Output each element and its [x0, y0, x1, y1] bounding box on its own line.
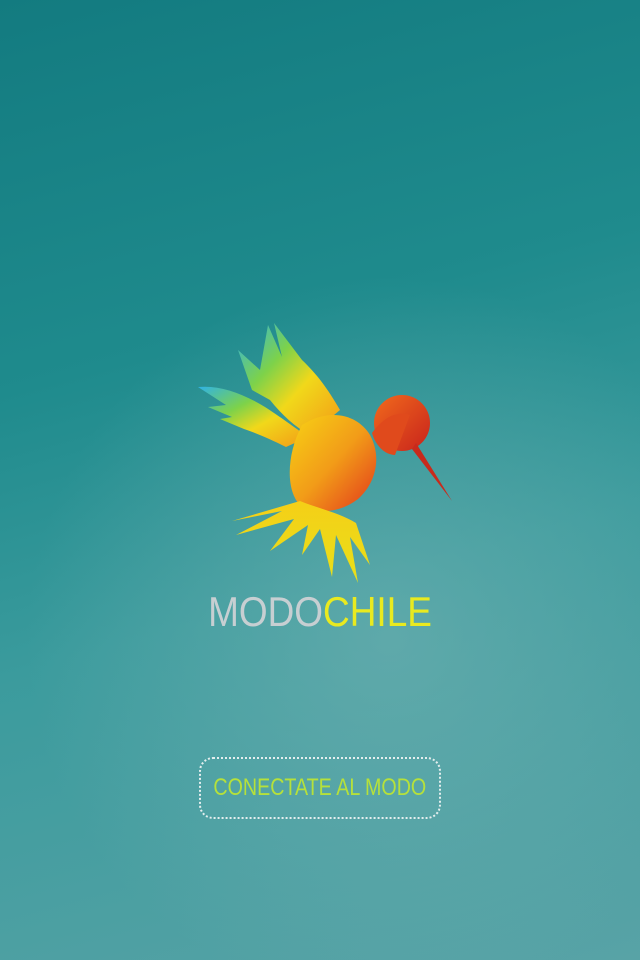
- app-title-chile: CHILE: [323, 588, 432, 635]
- app-title-modo: MODO: [208, 588, 324, 635]
- hummingbird-icon: [198, 323, 452, 583]
- hummingbird-logo: [190, 315, 470, 595]
- app-title: MODOCHILE: [38, 588, 601, 636]
- connect-button[interactable]: CONECTATE AL MODO: [199, 757, 441, 819]
- splash-screen: MODOCHILE CONECTATE AL MODO: [0, 0, 640, 960]
- connect-button-label: CONECTATE AL MODO: [213, 774, 427, 801]
